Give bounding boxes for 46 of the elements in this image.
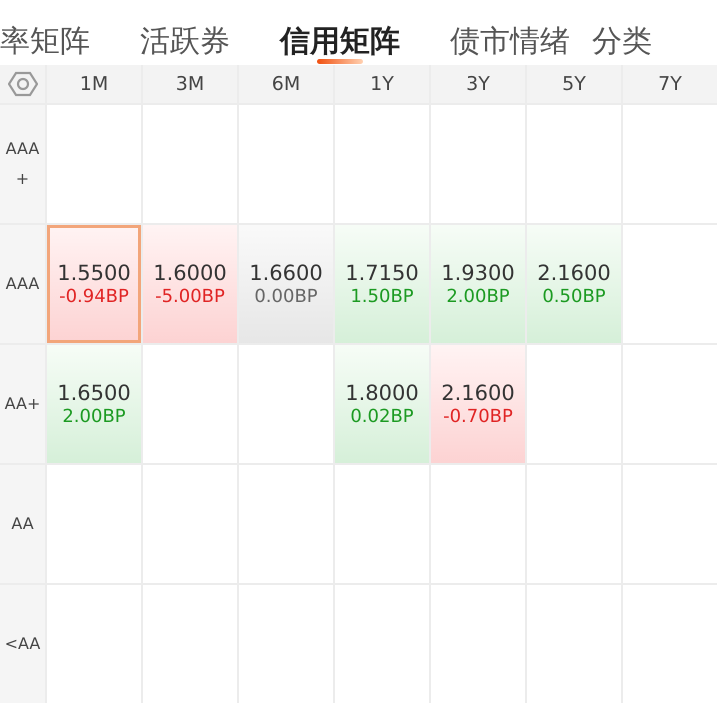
- rate-cell[interactable]: 1.8000 0.02BP: [335, 345, 429, 463]
- yield-value: 1.7150: [345, 260, 419, 286]
- row-label: AA+: [0, 345, 45, 463]
- change-value: 2.00BP: [62, 406, 126, 428]
- tab[interactable]: 债市情绪: [450, 0, 570, 65]
- change-value: -5.00BP: [155, 286, 225, 308]
- column-header: 1Y: [335, 65, 429, 103]
- change-value: 2.00BP: [446, 286, 510, 308]
- rate-cell[interactable]: 1.6600 0.00BP: [239, 225, 333, 343]
- column-header: 3Y: [431, 65, 525, 103]
- yield-value: 1.9300: [441, 260, 515, 286]
- row-label: AAA: [0, 225, 45, 343]
- rate-cell[interactable]: 1.6000 -5.00BP: [143, 225, 237, 343]
- settings-icon[interactable]: [8, 71, 38, 97]
- rate-cell[interactable]: 1.7150 1.50BP: [335, 225, 429, 343]
- yield-value: 1.5500: [57, 260, 131, 286]
- rate-cell[interactable]: 2.1600 0.50BP: [527, 225, 621, 343]
- row-label: AA: [0, 465, 45, 583]
- change-value: -0.94BP: [59, 286, 129, 308]
- column-header: 1M: [47, 65, 141, 103]
- yield-value: 1.6600: [249, 260, 323, 286]
- row-label: AAA+: [0, 105, 45, 223]
- column-header: 5Y: [527, 65, 621, 103]
- yield-value: 1.8000: [345, 380, 419, 406]
- tab[interactable]: 率矩阵: [0, 0, 90, 65]
- change-value: 0.00BP: [254, 286, 318, 308]
- rate-cell[interactable]: 1.9300 2.00BP: [431, 225, 525, 343]
- rate-cell[interactable]: 2.1600 -0.70BP: [431, 345, 525, 463]
- tab[interactable]: 活跃券: [140, 0, 230, 65]
- yield-value: 2.1600: [441, 380, 515, 406]
- change-value: 1.50BP: [350, 286, 414, 308]
- yield-value: 1.6500: [57, 380, 131, 406]
- yield-value: 2.1600: [537, 260, 611, 286]
- column-header: 6M: [239, 65, 333, 103]
- column-header: 3M: [143, 65, 237, 103]
- tab[interactable]: 分类: [592, 0, 652, 65]
- change-value: 0.02BP: [350, 406, 414, 428]
- rate-cell[interactable]: 1.5500 -0.94BP: [47, 225, 141, 343]
- row-label: <AA: [0, 585, 45, 703]
- change-value: 0.50BP: [542, 286, 606, 308]
- tab-indicator: [317, 59, 363, 64]
- change-value: -0.70BP: [443, 406, 513, 428]
- yield-value: 1.6000: [153, 260, 227, 286]
- column-header: 7Y: [623, 65, 717, 103]
- tab[interactable]: 信用矩阵: [280, 0, 400, 65]
- rate-cell[interactable]: 1.6500 2.00BP: [47, 345, 141, 463]
